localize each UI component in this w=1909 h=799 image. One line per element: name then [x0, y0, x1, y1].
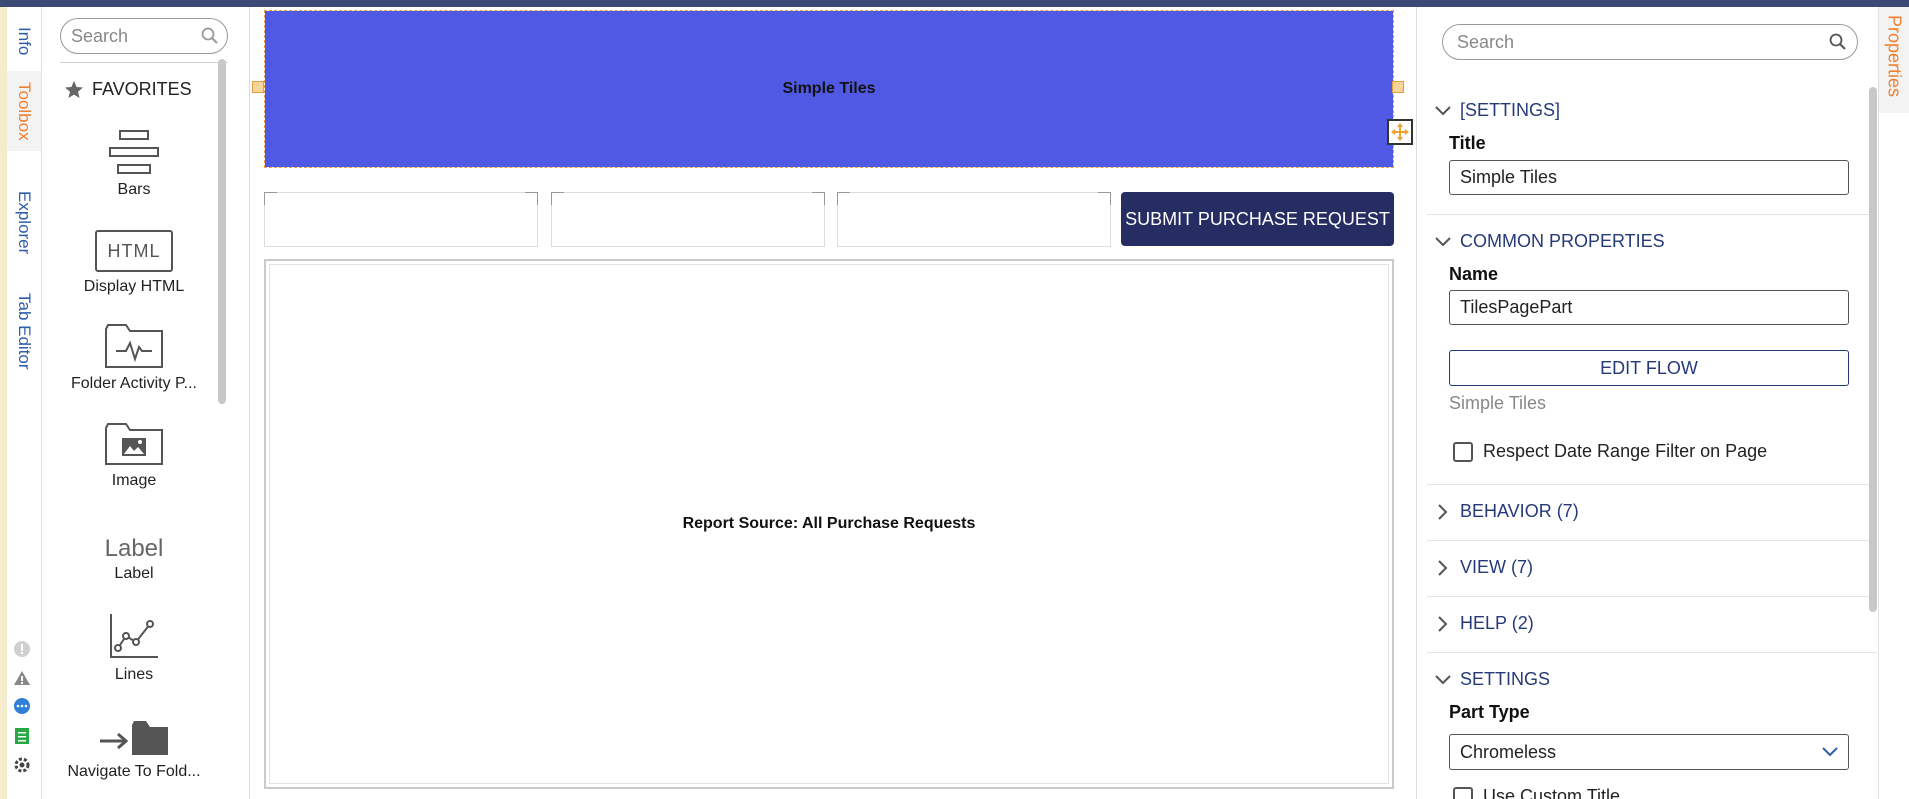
properties-search-input[interactable] — [1457, 31, 1817, 53]
section-behavior[interactable]: BEHAVIOR (7) — [1435, 501, 1579, 522]
edit-flow-button[interactable]: EDIT FLOW — [1449, 350, 1849, 386]
section-view[interactable]: VIEW (7) — [1435, 557, 1533, 578]
divider — [1427, 484, 1877, 485]
report-source-label: Report Source: All Purchase Requests — [682, 515, 976, 532]
chevron-down-icon — [1822, 747, 1838, 757]
use-custom-title-row[interactable]: Use Custom Title — [1453, 786, 1620, 799]
lines-chart-icon — [110, 614, 158, 658]
canvas-area: Simple Tiles SUBMIT PURCHASE REQUEST Rep… — [250, 7, 1413, 799]
star-icon — [65, 80, 83, 98]
navigate-folder-icon — [100, 721, 168, 755]
resize-handle-left[interactable] — [252, 81, 264, 93]
toolbox-search[interactable] — [60, 18, 228, 54]
top-bar — [0, 0, 1909, 7]
part-type-label: Part Type — [1449, 702, 1530, 722]
chevron-right-icon — [1435, 503, 1451, 520]
chevron-down-icon — [1435, 672, 1451, 688]
tool-lines[interactable]: Lines — [54, 604, 214, 684]
chevron-down-icon — [1435, 234, 1451, 250]
title-field[interactable] — [1449, 160, 1849, 195]
tab-properties[interactable]: Properties — [1879, 7, 1909, 113]
bars-icon — [109, 130, 159, 174]
properties-search[interactable] — [1442, 24, 1858, 60]
tiles-title: Simple Tiles — [782, 80, 876, 97]
status-icons — [12, 639, 34, 784]
part-type-select[interactable]: Chromeless — [1449, 734, 1849, 770]
toolbox-scrollbar[interactable] — [218, 59, 226, 404]
submit-purchase-request-button[interactable]: SUBMIT PURCHASE REQUEST — [1121, 192, 1394, 246]
tile-placeholder-2[interactable] — [551, 192, 825, 247]
respect-date-range-checkbox[interactable] — [1453, 441, 1473, 462]
chat-icon[interactable] — [12, 697, 32, 717]
use-custom-title-checkbox[interactable] — [1453, 786, 1473, 799]
simple-tiles-part[interactable]: Simple Tiles — [264, 10, 1394, 168]
settings-gear-icon[interactable] — [12, 755, 32, 775]
divider — [1427, 214, 1877, 215]
label-icon: Label — [104, 535, 164, 562]
tab-info[interactable]: Info — [7, 15, 41, 67]
tool-label[interactable]: Label Label — [54, 507, 214, 583]
tile-placeholder-3[interactable] — [837, 192, 1111, 247]
respect-date-range-row[interactable]: Respect Date Range Filter on Page — [1453, 441, 1767, 462]
divider — [1427, 652, 1877, 653]
properties-panel: [SETTINGS] Title COMMON PROPERTIES Name … — [1416, 7, 1878, 799]
chevron-right-icon — [1435, 559, 1451, 576]
document-icon[interactable] — [12, 726, 32, 746]
search-icon[interactable] — [201, 27, 219, 45]
report-part[interactable]: Report Source: All Purchase Requests — [264, 259, 1394, 789]
chevron-right-icon — [1435, 615, 1451, 632]
tiles-area: Simple Tiles — [265, 11, 1393, 167]
design-canvas: Simple Tiles SUBMIT PURCHASE REQUEST Rep… — [250, 7, 1413, 799]
tab-toolbox[interactable]: Toolbox — [7, 71, 41, 151]
warning-icon[interactable] — [12, 668, 32, 688]
error-icon[interactable] — [12, 639, 32, 659]
tool-bars[interactable]: Bars — [54, 119, 214, 199]
title-field-label: Title — [1449, 133, 1486, 153]
divider — [1427, 596, 1877, 597]
section-help[interactable]: HELP (2) — [1435, 613, 1534, 634]
section-settings[interactable]: SETTINGS — [1435, 669, 1550, 690]
name-field[interactable] — [1449, 290, 1849, 325]
toolbox-panel: FAVORITES Bars HTML Display HTML Folder … — [42, 7, 250, 799]
move-icon[interactable] — [1387, 119, 1413, 145]
right-tab-strip: Properties — [1878, 7, 1909, 799]
toolbox-divider — [60, 62, 228, 63]
chevron-down-icon — [1435, 103, 1451, 119]
tool-navigate-folder[interactable]: Navigate To Fold... — [54, 701, 214, 781]
folder-activity-icon — [105, 324, 163, 368]
search-icon[interactable] — [1829, 33, 1847, 51]
properties-scrollbar[interactable] — [1869, 87, 1877, 612]
left-edge — [0, 7, 7, 799]
favorites-header[interactable]: FAVORITES — [64, 79, 192, 100]
section-settings-bracket[interactable]: [SETTINGS] — [1435, 100, 1560, 121]
tool-folder-activity[interactable]: Folder Activity P... — [54, 313, 214, 393]
image-icon — [105, 423, 163, 465]
section-common-properties[interactable]: COMMON PROPERTIES — [1435, 231, 1665, 252]
name-field-label: Name — [1449, 264, 1499, 284]
left-tab-strip: Info Toolbox Explorer Tab Editor — [0, 7, 42, 799]
tool-image[interactable]: Image — [54, 410, 214, 490]
tile-placeholder-1[interactable] — [264, 192, 538, 247]
tab-tab-editor[interactable]: Tab Editor — [7, 285, 41, 377]
tool-display-html[interactable]: HTML Display HTML — [54, 216, 214, 296]
resize-handle-right[interactable] — [1392, 81, 1404, 93]
divider — [1427, 540, 1877, 541]
toolbox-search-input[interactable] — [71, 25, 191, 47]
html-icon: HTML — [95, 230, 173, 272]
flow-name-text: Simple Tiles — [1449, 393, 1547, 413]
tab-explorer[interactable]: Explorer — [7, 187, 41, 259]
